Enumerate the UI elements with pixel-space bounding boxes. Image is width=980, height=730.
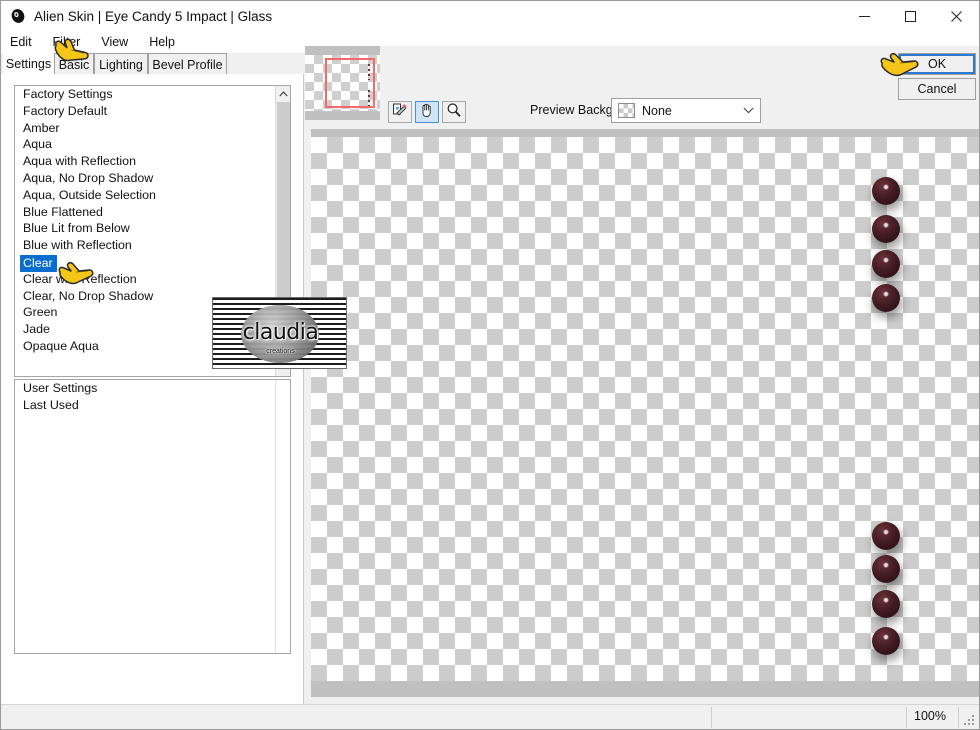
tab-strip: Settings Basic Lighting Bevel Profile (1, 53, 301, 75)
user-settings-list[interactable]: User Settings Last Used (14, 379, 291, 654)
list-item[interactable]: Factory Default (15, 103, 274, 120)
list-item-label[interactable]: Aqua (15, 136, 274, 153)
resize-grip-icon[interactable] (963, 713, 975, 725)
list-item-label[interactable]: Clear with Reflection (15, 271, 274, 288)
close-button[interactable] (933, 1, 979, 31)
list-item-label[interactable]: Blue with Reflection (15, 237, 274, 254)
glass-sphere (872, 627, 900, 655)
navigator-dots-top (368, 64, 370, 80)
preview-panel: Preview Background: None (305, 46, 979, 704)
scroll-up-icon[interactable] (276, 86, 290, 101)
glass-sphere (872, 177, 900, 205)
list-item[interactable]: Aqua, Outside Selection (15, 187, 274, 204)
menu-item-help[interactable]: Help (147, 33, 184, 51)
list-item-label[interactable]: Factory Default (15, 103, 274, 120)
menu-item-filter[interactable]: Filter (51, 33, 90, 51)
list-item-selected[interactable]: Clear (20, 254, 57, 272)
list-item-label[interactable]: Blue Lit from Below (15, 220, 274, 237)
tab-bevel-profile[interactable]: Bevel Profile (148, 53, 227, 75)
list-item[interactable]: Blue with Reflection (15, 237, 274, 254)
window-controls (841, 1, 979, 31)
status-separator-3 (958, 707, 959, 728)
list-item[interactable]: Blue Lit from Below (15, 220, 274, 237)
list-item-label[interactable]: Aqua, No Drop Shadow (15, 170, 274, 187)
zoom-icon (446, 102, 462, 123)
canvas-top-strip (311, 129, 979, 137)
glass-sphere (872, 522, 900, 550)
cancel-button[interactable]: Cancel (898, 78, 976, 100)
list-item[interactable]: Aqua with Reflection (15, 153, 274, 170)
list-item[interactable]: Clear (15, 254, 274, 272)
maximize-button[interactable] (887, 1, 933, 31)
menu-item-edit[interactable]: Edit (8, 33, 41, 51)
menu-item-view[interactable]: View (99, 33, 137, 51)
preview-canvas[interactable] (311, 129, 979, 697)
list-item-label[interactable]: Amber (15, 120, 274, 137)
window-title: Alien Skin | Eye Candy 5 Impact | Glass (34, 8, 273, 24)
navigator-dots-bottom (368, 90, 370, 106)
application-window: Alien Skin | Eye Candy 5 Impact | Glass … (0, 0, 980, 730)
glass-sphere (872, 250, 900, 278)
canvas-bottom-strip (311, 681, 979, 697)
list-item[interactable]: Aqua, No Drop Shadow (15, 170, 274, 187)
list-item[interactable]: Last Used (15, 397, 274, 414)
minimize-button[interactable] (841, 1, 887, 31)
eyedropper-tool-button[interactable] (388, 101, 412, 123)
tab-lighting[interactable]: Lighting (94, 53, 148, 75)
list-item-label[interactable]: Blue Flattened (15, 204, 274, 221)
glass-sphere (872, 284, 900, 312)
status-separator-1 (711, 707, 712, 728)
tab-settings[interactable]: Settings (3, 53, 54, 75)
status-bar: 100% (1, 704, 979, 729)
zoom-level-value: 100% (914, 709, 946, 723)
list-item-label[interactable]: Aqua, Outside Selection (15, 187, 274, 204)
glass-sphere (872, 215, 900, 243)
watermark-text: claudia (242, 320, 319, 345)
eyedropper-icon (392, 102, 408, 123)
list-item[interactable]: Aqua (15, 136, 274, 153)
zoom-tool-button[interactable] (442, 101, 466, 123)
navigator-thumbnail[interactable] (305, 46, 380, 120)
preview-background-select[interactable]: None (611, 98, 761, 123)
hand-tool-button[interactable] (415, 101, 439, 123)
navigator-viewport-rect[interactable] (325, 58, 375, 108)
preview-background-value: None (642, 103, 672, 118)
user-list-scrollbar[interactable] (275, 380, 290, 653)
user-settings-header: User Settings (23, 381, 98, 395)
title-bar: Alien Skin | Eye Candy 5 Impact | Glass (1, 1, 979, 31)
factory-settings-header: Factory Settings (23, 87, 113, 101)
status-separator-2 (906, 707, 907, 728)
tab-basic[interactable]: Basic (54, 53, 94, 75)
hand-icon (419, 102, 435, 123)
settings-panel: Factory Settings Factory Default Amber Aqua… (1, 74, 304, 704)
glass-sphere (872, 555, 900, 583)
watermark-overlay: claudia creations (212, 297, 347, 369)
preview-background-swatch (618, 103, 635, 118)
glass-sphere (872, 590, 900, 618)
list-item[interactable]: Blue Flattened (15, 204, 274, 221)
list-item[interactable]: Clear with Reflection (15, 271, 274, 288)
alienskin-logo-icon (10, 8, 26, 24)
list-item[interactable]: Amber (15, 120, 274, 137)
chevron-down-icon[interactable] (736, 106, 760, 116)
watermark-subtext: creations (266, 348, 295, 355)
list-item-label[interactable]: Aqua with Reflection (15, 153, 274, 170)
ok-button[interactable]: OK (898, 53, 976, 75)
user-settings-rows: User Settings Last Used (15, 380, 274, 653)
